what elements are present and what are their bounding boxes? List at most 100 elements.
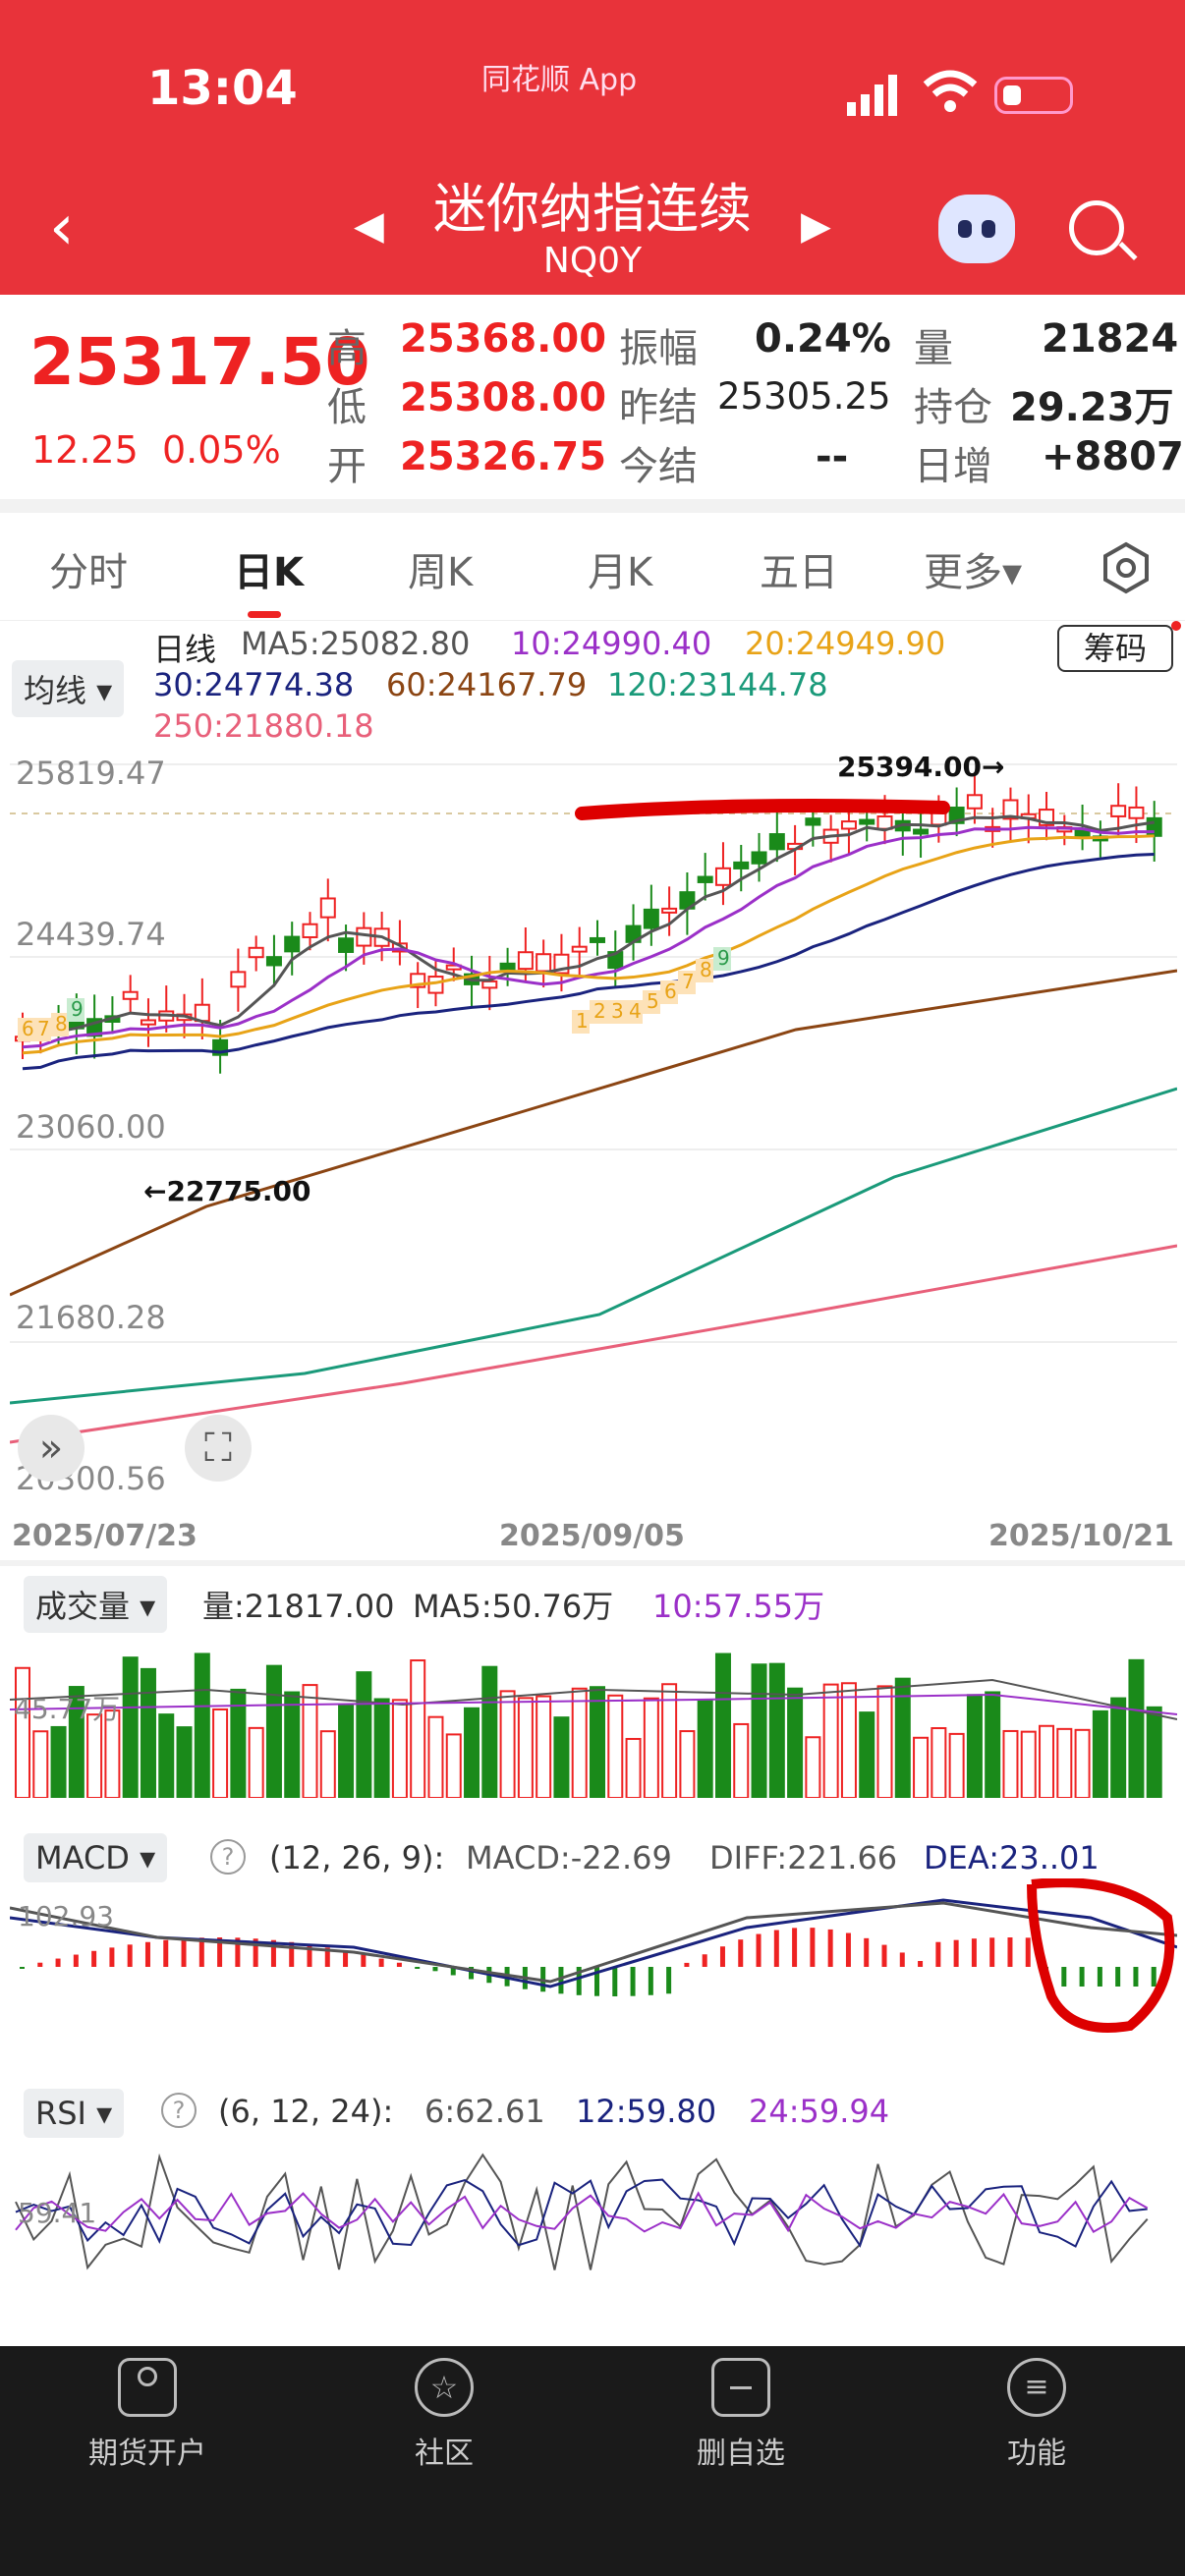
macd-bar: [289, 1941, 295, 1967]
ma120-value: 120:23144.78: [607, 666, 828, 703]
macd-bar: [827, 1929, 833, 1967]
macd-bar: [953, 1939, 959, 1967]
ma30-value: 30:24774.38: [153, 666, 355, 703]
amplitude-label: 振幅: [619, 326, 698, 371]
ma5-line: [22, 814, 1155, 1041]
candle-body: [661, 907, 678, 914]
candle-body: [338, 937, 355, 953]
volume-bar: [1092, 1709, 1108, 1798]
rsi-chart[interactable]: [10, 2134, 1177, 2311]
menu-circle-icon: ≡: [1007, 2358, 1066, 2417]
nav-functions[interactable]: ≡ 功能: [938, 2358, 1135, 2472]
open-interest-label: 持仓: [914, 385, 992, 430]
ma250-value: 250:21880.18: [153, 707, 374, 745]
tab-five-day[interactable]: 五日: [760, 540, 838, 597]
ma-label: 日线: [153, 631, 217, 668]
candle-body: [751, 851, 767, 865]
volume-bar: [1074, 1728, 1091, 1798]
tab-daily-k[interactable]: 日K: [234, 540, 304, 597]
candle-body: [284, 935, 301, 953]
volume-bar: [1146, 1706, 1162, 1798]
candle-body: [876, 815, 893, 830]
prev-settle-value: 25305.25: [717, 375, 891, 418]
volume-bar: [1110, 1697, 1127, 1798]
sequence-number: 5: [647, 989, 659, 1013]
ma5-value: MA5:25082.80: [241, 625, 471, 662]
macd-help-icon[interactable]: ?: [210, 1839, 246, 1875]
candle-body: [248, 946, 264, 959]
volume-bar: [122, 1656, 139, 1798]
robot-assistant-icon[interactable]: [938, 195, 1015, 263]
macd-bar: [343, 1950, 349, 1967]
sequence-number: 3: [611, 999, 624, 1023]
candle-body: [697, 875, 713, 883]
tab-weekly-k[interactable]: 周K: [408, 540, 473, 597]
settings-icon[interactable]: [1099, 540, 1154, 595]
ma250-line: [10, 1244, 1177, 1444]
sequence-number: 7: [37, 1017, 50, 1040]
rsi-dropdown[interactable]: RSI ▾: [24, 2089, 125, 2138]
fullscreen-icon[interactable]: ⛶: [185, 1415, 252, 1482]
volume-bar: [338, 1705, 355, 1798]
volume-bar: [966, 1694, 983, 1798]
candle-body: [1128, 806, 1145, 819]
sequence-number: 7: [682, 970, 695, 993]
volume-bar: [571, 1687, 588, 1798]
volume-value: 21824: [1042, 316, 1179, 362]
candle-body: [913, 828, 930, 835]
macd-bar: [612, 1967, 618, 1996]
macd-bar: [684, 1962, 690, 1967]
candle-body: [714, 867, 731, 886]
sequence-number: 1: [576, 1009, 589, 1033]
macd-bar: [181, 1938, 187, 1967]
star-badge-icon: ☆: [415, 2358, 474, 2417]
volume-bar: [284, 1691, 301, 1798]
macd-params: (12, 26, 9):: [269, 1839, 445, 1876]
today-settle-value: --: [816, 434, 849, 479]
chip-distribution-button[interactable]: 筹码: [1057, 625, 1173, 672]
sequence-number: 2: [593, 999, 606, 1023]
search-icon[interactable]: [1069, 200, 1124, 255]
volume-bar: [859, 1711, 875, 1798]
volume-bar: [50, 1725, 67, 1798]
volume-bar: [212, 1708, 229, 1798]
macd-dropdown[interactable]: MACD ▾: [24, 1833, 168, 1882]
tab-more[interactable]: 更多▾: [924, 540, 1022, 597]
volume-chart[interactable]: [10, 1621, 1177, 1798]
sequence-number: 8: [700, 958, 712, 981]
rsi-axis-label: 59.41: [18, 2197, 97, 2229]
volume-bar: [140, 1667, 156, 1798]
macd-bar: [845, 1932, 851, 1967]
sequence-number: 6: [22, 1017, 34, 1040]
volume-bar: [913, 1736, 930, 1798]
battery-icon: [994, 77, 1073, 114]
candlestick-chart[interactable]: 6 7 89 1 2 3 4 5 6 7 8 9: [10, 745, 1177, 1511]
candle-body: [859, 818, 875, 825]
macd-bar: [1061, 1967, 1067, 1987]
nav-community[interactable]: ☆ 社区: [346, 2358, 542, 2472]
macd-bar: [756, 1933, 762, 1967]
volume-bar: [32, 1730, 49, 1798]
macd-bar: [648, 1967, 653, 1995]
rsi-help-icon[interactable]: ?: [161, 2093, 197, 2128]
volume-bar: [768, 1662, 785, 1798]
volume-bar: [840, 1682, 857, 1798]
volume-bar: [1002, 1729, 1019, 1798]
price-axis-label: 24439.74: [16, 916, 166, 953]
nav-remove-watchlist[interactable]: 删自选: [643, 2358, 839, 2472]
tab-intraday[interactable]: 分时: [49, 540, 128, 597]
expand-left-icon[interactable]: »: [18, 1415, 85, 1482]
candle-body: [302, 923, 318, 938]
macd-bar: [1097, 1967, 1102, 1987]
nav-open-account[interactable]: 期货开户: [49, 2358, 246, 2472]
candle-body: [768, 833, 785, 851]
macd-bar: [989, 1937, 995, 1967]
high-marker: 25394.00→: [837, 751, 1005, 783]
high-value: 25368.00: [400, 316, 607, 362]
macd-bar: [73, 1954, 79, 1967]
macd-chart[interactable]: [10, 1878, 1177, 2055]
tab-monthly-k[interactable]: 月K: [588, 540, 652, 597]
ma-dropdown[interactable]: 均线 ▾: [12, 660, 125, 717]
candle-body: [499, 962, 516, 971]
divider: [0, 499, 1185, 513]
